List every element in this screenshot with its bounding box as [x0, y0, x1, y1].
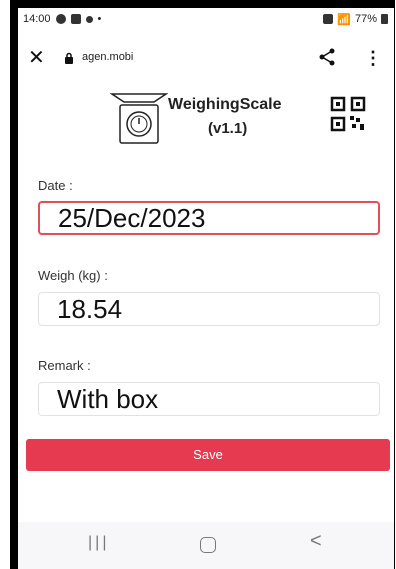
- weighing-scale-icon: [110, 93, 168, 144]
- share-icon[interactable]: [318, 48, 336, 66]
- mute-icon: [323, 14, 334, 24]
- close-icon[interactable]: ✕: [28, 46, 45, 70]
- date-input[interactable]: 25/Dec/2023: [38, 201, 380, 235]
- remark-label: Remark :: [38, 358, 91, 373]
- status-time: 14:00: [23, 13, 51, 25]
- phone-screen: 14:00 • 📶 77% ✕ agen.mobi ⋮ WeighingScal…: [18, 8, 394, 569]
- gallery-icon: [70, 14, 81, 24]
- weigh-input[interactable]: 18.54: [38, 292, 380, 326]
- recent-apps-icon[interactable]: |||: [88, 534, 109, 552]
- back-icon[interactable]: <: [310, 530, 322, 553]
- dot-icon: •: [97, 13, 102, 25]
- more-options-icon[interactable]: ⋮: [364, 47, 382, 69]
- system-nav-bar: ||| <: [18, 522, 394, 569]
- remark-input[interactable]: With box: [38, 382, 380, 416]
- weigh-label: Weigh (kg) :: [38, 268, 108, 283]
- url-text[interactable]: agen.mobi: [82, 51, 133, 63]
- app-header: WeighingScale (v1.1): [18, 88, 394, 148]
- signal-icon: 📶: [337, 13, 351, 26]
- lock-icon: [65, 52, 73, 64]
- home-icon[interactable]: [200, 537, 216, 553]
- qr-code-icon[interactable]: [330, 96, 366, 132]
- browser-toolbar: ✕ agen.mobi ⋮: [18, 44, 394, 72]
- app-title: WeighingScale: [168, 96, 282, 113]
- app-version: (v1.1): [208, 120, 248, 137]
- date-label: Date :: [38, 178, 73, 193]
- battery-icon: [381, 14, 388, 24]
- alarm-icon: [55, 14, 66, 24]
- status-bar: 14:00 • 📶 77%: [18, 8, 394, 30]
- notification-icon: [85, 15, 93, 23]
- save-button[interactable]: Save: [26, 439, 390, 471]
- battery-percent: 77%: [354, 13, 377, 25]
